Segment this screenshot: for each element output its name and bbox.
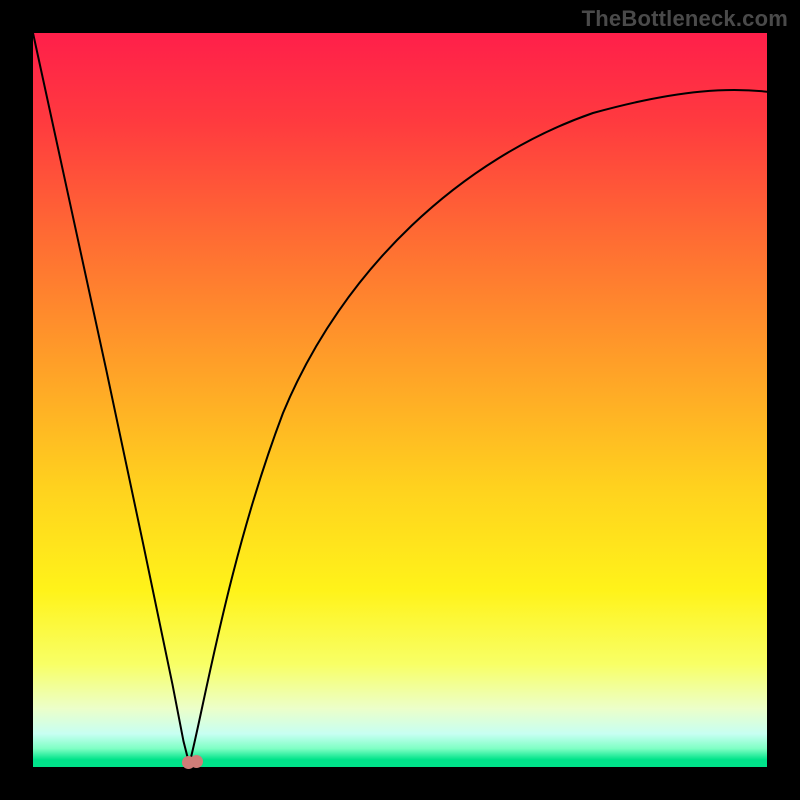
plot-background — [33, 33, 767, 767]
chart-frame: TheBottleneck.com — [0, 0, 800, 800]
gradient-plot — [33, 33, 767, 767]
watermark-text: TheBottleneck.com — [582, 6, 788, 32]
